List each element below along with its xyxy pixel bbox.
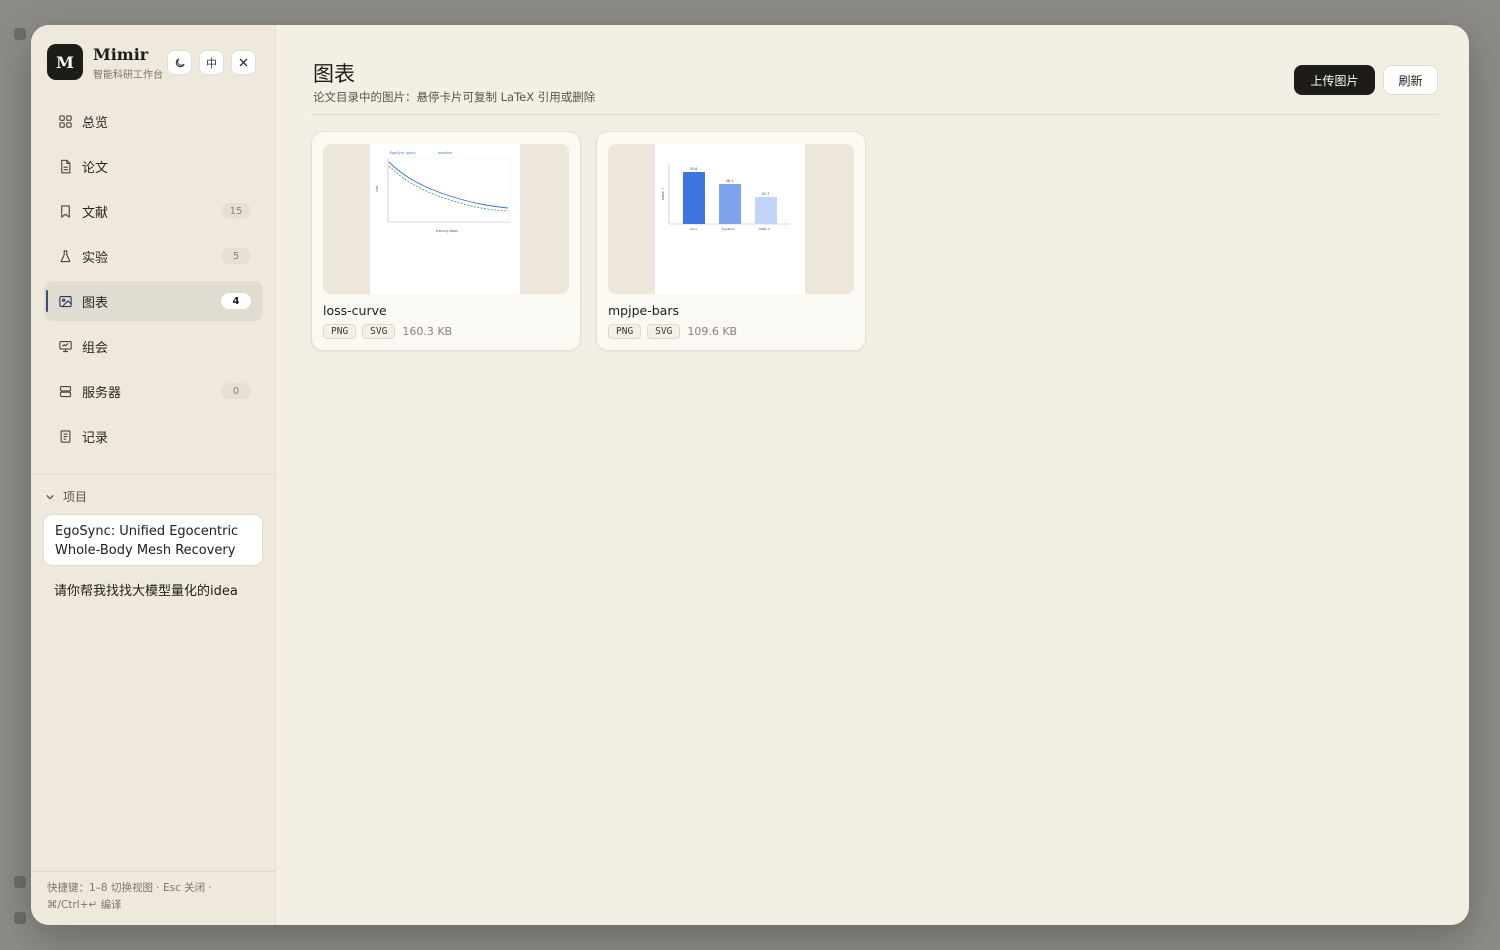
moon-icon <box>175 57 185 67</box>
figure-card[interactable]: 55.8 48.1 41.7 Ours EgoBody SMPL-X MPJPE… <box>596 131 866 351</box>
figure-name: mpjpe-bars <box>608 303 679 318</box>
sidebar-item-label: 服务器 <box>82 385 122 401</box>
figure-preview: EgoSync (ours) baseline training steps l… <box>370 144 520 294</box>
mpjpe-bars-preview: 55.8 48.1 41.7 Ours EgoBody SMPL-X MPJPE… <box>661 164 790 231</box>
loss-curve-preview: EgoSync (ours) baseline training steps l… <box>375 151 511 233</box>
app-subtitle: 智能科研工作台 <box>93 70 163 81</box>
svg-text:48.1: 48.1 <box>726 179 733 183</box>
format-tag: SVG <box>647 324 681 339</box>
sidebar-item-label: 组会 <box>82 340 109 356</box>
figure-preview: 55.8 48.1 41.7 Ours EgoBody SMPL-X MPJPE… <box>655 144 805 294</box>
count-badge: 15 <box>221 203 251 219</box>
svg-text:EgoBody: EgoBody <box>722 227 735 231</box>
main-content: 图表 论文目录中的图片：悬停卡片可复制 LaTeX 引用或删除 上传图片 刷新 … <box>276 25 1469 925</box>
sidebar-item-label: 总览 <box>82 115 109 131</box>
svg-text:MPJPE ↓: MPJPE ↓ <box>661 188 665 200</box>
format-tag: SVG <box>362 324 396 339</box>
project-item[interactable]: 请你帮我找找大模型量化的idea <box>54 580 238 599</box>
svg-text:55.8: 55.8 <box>690 167 697 171</box>
refresh-button[interactable]: 刷新 <box>1383 65 1438 95</box>
figure-card[interactable]: EgoSync (ours) baseline training steps l… <box>311 131 581 351</box>
count-badge: 4 <box>221 293 251 309</box>
sidebar-item-label: 文献 <box>82 205 109 221</box>
theme-toggle-button[interactable] <box>167 50 192 75</box>
app-logo: M <box>47 44 83 80</box>
presentation-icon <box>57 338 73 354</box>
figure-thumbnail[interactable]: 55.8 48.1 41.7 Ours EgoBody SMPL-X MPJPE… <box>608 144 854 294</box>
count-badge: 0 <box>221 383 251 399</box>
language-toggle-button[interactable]: 中 <box>199 50 224 75</box>
file-size: 109.6 KB <box>687 325 738 338</box>
sidebar: M Mimir 智能科研工作台 中 总览 论文 文献 15 实验 5 图表 4 … <box>31 25 276 925</box>
projects-section-toggle[interactable]: 项目 <box>45 488 87 505</box>
figure-meta: PNG SVG 160.3 KB <box>323 324 452 339</box>
upload-image-button[interactable]: 上传图片 <box>1294 65 1375 95</box>
flask-icon <box>57 248 73 264</box>
sidebar-item-label: 记录 <box>82 430 109 446</box>
sidebar-item-experiments[interactable]: 实验 5 <box>44 236 263 276</box>
background-icon <box>14 28 26 40</box>
background-app-edge <box>0 0 30 950</box>
background-icon <box>14 912 26 924</box>
background-icon <box>14 876 26 888</box>
shortcut-hint: 快捷键：1–8 切换视图 · Esc 关闭 · ⌘/Ctrl+↵ 编译 <box>47 882 212 911</box>
svg-text:training steps: training steps <box>436 229 458 233</box>
app-name: Mimir <box>93 45 149 64</box>
app-window: M Mimir 智能科研工作台 中 总览 论文 文献 15 实验 5 图表 4 … <box>31 25 1469 925</box>
sidebar-item-literature[interactable]: 文献 15 <box>44 191 263 231</box>
grid-icon <box>57 113 73 129</box>
document-icon <box>57 158 73 174</box>
count-badge: 5 <box>221 248 251 264</box>
bookmark-icon <box>57 203 73 219</box>
file-size: 160.3 KB <box>402 325 453 338</box>
project-item-selected[interactable]: EgoSync: Unified Egocentric Whole-Body M… <box>43 514 263 566</box>
sidebar-item-servers[interactable]: 服务器 0 <box>44 371 263 411</box>
svg-text:EgoSync (ours): EgoSync (ours) <box>390 151 416 155</box>
image-icon <box>57 293 73 309</box>
close-button[interactable] <box>231 50 256 75</box>
format-tag: PNG <box>323 324 357 339</box>
svg-text:41.7: 41.7 <box>762 192 769 196</box>
sidebar-item-figures[interactable]: 图表 4 <box>44 281 263 321</box>
sidebar-item-notes[interactable]: 记录 <box>44 416 263 456</box>
projects-header: 项目 <box>63 490 88 504</box>
sidebar-footer-divider <box>31 871 276 872</box>
chevron-down-icon <box>46 494 54 499</box>
svg-text:Ours: Ours <box>690 227 697 231</box>
sidebar-item-overview[interactable]: 总览 <box>44 101 263 141</box>
sidebar-item-meetings[interactable]: 组会 <box>44 326 263 366</box>
close-icon <box>239 58 248 67</box>
sidebar-nav: 总览 论文 文献 15 实验 5 图表 4 组会 服务器 0 记录 <box>44 101 263 461</box>
figure-meta: PNG SVG 109.6 KB <box>608 324 737 339</box>
header-divider <box>311 114 1439 115</box>
sidebar-item-paper[interactable]: 论文 <box>44 146 263 186</box>
server-icon <box>57 383 73 399</box>
sidebar-item-label: 论文 <box>82 160 109 176</box>
svg-text:baseline: baseline <box>438 151 452 155</box>
sidebar-item-label: 图表 <box>82 295 109 311</box>
page-subtitle: 论文目录中的图片：悬停卡片可复制 LaTeX 引用或删除 <box>313 90 596 104</box>
notes-icon <box>57 428 73 444</box>
svg-text:loss: loss <box>375 186 379 192</box>
figure-thumbnail[interactable]: EgoSync (ours) baseline training steps l… <box>323 144 569 294</box>
format-tag: PNG <box>608 324 642 339</box>
page-title: 图表 <box>313 62 355 86</box>
sidebar-item-label: 实验 <box>82 250 109 266</box>
figure-name: loss-curve <box>323 303 387 318</box>
sidebar-divider <box>31 474 276 475</box>
svg-text:SMPL-X: SMPL-X <box>759 227 770 231</box>
